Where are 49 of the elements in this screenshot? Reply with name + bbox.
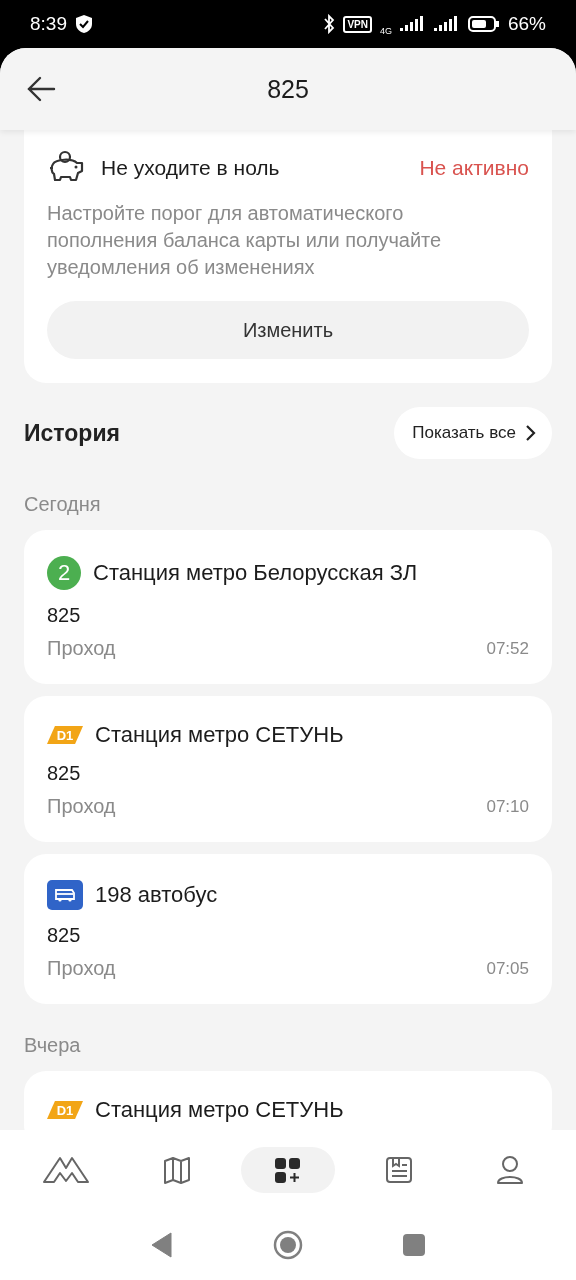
- station-name: Станция метро Белорусская ЗЛ: [93, 560, 418, 586]
- signal-icon: [399, 15, 426, 33]
- shield-check-icon: [75, 14, 93, 34]
- card-number: 825: [47, 762, 82, 785]
- trip-time: 07:52: [486, 638, 529, 659]
- signal-icon: [433, 15, 460, 33]
- date-label: Сегодня: [24, 493, 102, 516]
- trip-card[interactable]: D1 Станция метро СЕТУНЬ: [24, 1071, 552, 1130]
- battery-percent: 66%: [507, 13, 546, 35]
- grid-plus-icon: [275, 1157, 301, 1183]
- section-title: История: [24, 419, 120, 447]
- metro-logo-icon: [41, 1154, 90, 1186]
- description-text: Настройте порог для автоматического пополнения баланса карты или получайте уведомления об изменениях: [47, 201, 443, 280]
- card-title: Не уходите в ноль: [101, 156, 280, 180]
- person-icon: [496, 1155, 525, 1185]
- trip-time: 07:05: [486, 958, 529, 979]
- card-number: 825: [47, 924, 82, 947]
- trip-type: Проход: [47, 957, 116, 980]
- trip-card[interactable]: 2 Станция метро Белорусская ЗЛ 825 Проход 07:52: [24, 530, 552, 684]
- page-title: 825: [267, 74, 309, 104]
- bluetooth-icon: [323, 14, 336, 34]
- trip-card[interactable]: 198 автобус 825 Проход 07:05: [24, 854, 552, 1004]
- station-name: Станция метро СЕТУНЬ: [95, 1097, 344, 1123]
- card-number: 825: [47, 604, 82, 627]
- chevron-right-icon: [524, 423, 536, 443]
- trip-time: 07:10: [486, 796, 529, 817]
- status-label: Не активно: [419, 156, 529, 180]
- line-badge: 2: [47, 556, 81, 590]
- trip-card[interactable]: D1 Станция метро СЕТУНЬ 825 Проход 07:10: [24, 696, 552, 842]
- trip-type: Проход: [47, 637, 116, 660]
- back-icon[interactable]: [151, 1232, 173, 1258]
- show-all-button[interactable]: Показать все: [394, 407, 552, 459]
- clock: 8:39: [30, 13, 67, 35]
- home-icon[interactable]: [273, 1230, 303, 1260]
- line-badge: D1: [47, 1101, 83, 1119]
- station-name: 198 автобус: [95, 882, 218, 908]
- vpn-badge: VPN: [343, 15, 372, 33]
- recents-icon[interactable]: [403, 1234, 425, 1256]
- trip-type: Проход: [47, 795, 116, 818]
- document-icon: [385, 1156, 414, 1184]
- map-icon: [161, 1154, 192, 1186]
- change-button[interactable]: Изменить: [47, 301, 529, 359]
- network-label: 4G: [379, 26, 392, 36]
- station-name: Станция метро СЕТУНЬ: [95, 722, 344, 748]
- grid-plus-tab[interactable]: [240, 1147, 335, 1193]
- line-badge: D1: [47, 726, 83, 744]
- battery-icon: [467, 15, 500, 33]
- date-label: Вчера: [24, 1034, 82, 1057]
- back-arrow-icon[interactable]: [26, 75, 56, 103]
